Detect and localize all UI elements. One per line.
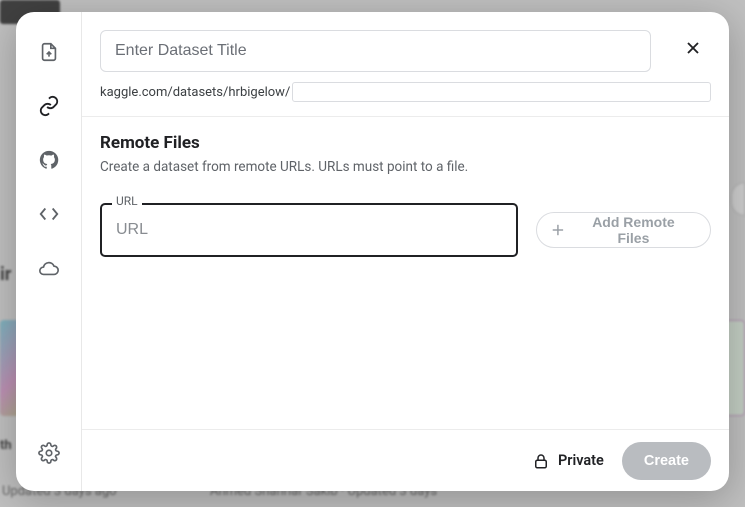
section-heading: Remote Files [100, 133, 711, 153]
dataset-slug-row: kaggle.com/datasets/hrbigelow/ [100, 82, 711, 102]
lock-icon [532, 452, 550, 470]
create-button[interactable]: Create [622, 442, 711, 480]
close-icon [683, 38, 703, 58]
create-dataset-modal: kaggle.com/datasets/hrbigelow/ Remote Fi… [16, 12, 729, 491]
plus-icon [549, 221, 567, 239]
section-description: Create a dataset from remote URLs. URLs … [100, 159, 711, 175]
privacy-label: Private [558, 452, 604, 469]
create-button-label: Create [644, 453, 689, 469]
github-icon [38, 149, 60, 171]
modal-sidebar [16, 12, 82, 491]
cloud-storage-tab[interactable] [31, 250, 67, 286]
add-remote-files-label: Add Remote Files [575, 214, 692, 246]
modal-body: kaggle.com/datasets/hrbigelow/ Remote Fi… [82, 12, 729, 429]
dataset-title-input[interactable] [100, 30, 651, 72]
add-remote-files-button[interactable]: Add Remote Files [536, 212, 711, 248]
dataset-slug-input[interactable] [292, 82, 711, 102]
dataset-settings-button[interactable] [31, 435, 67, 471]
notebook-output-tab[interactable] [31, 196, 67, 232]
url-input[interactable] [100, 203, 518, 257]
remote-files-section: Remote Files Create a dataset from remot… [100, 117, 711, 257]
privacy-toggle[interactable]: Private [532, 452, 604, 470]
link-icon [38, 95, 60, 117]
modal-main: kaggle.com/datasets/hrbigelow/ Remote Fi… [82, 12, 729, 491]
url-field: URL [100, 203, 518, 257]
cloud-icon [38, 257, 60, 279]
close-button[interactable] [679, 34, 707, 62]
url-float-label: URL [112, 194, 142, 208]
url-row: URL Add Remote Files [100, 203, 711, 257]
gear-icon [38, 442, 60, 464]
code-icon [38, 203, 60, 225]
remote-link-tab[interactable] [31, 88, 67, 124]
upload-file-icon [38, 41, 60, 63]
upload-file-tab[interactable] [31, 34, 67, 70]
slug-prefix: kaggle.com/datasets/hrbigelow/ [100, 85, 290, 100]
modal-footer: Private Create [82, 429, 729, 491]
github-tab[interactable] [31, 142, 67, 178]
